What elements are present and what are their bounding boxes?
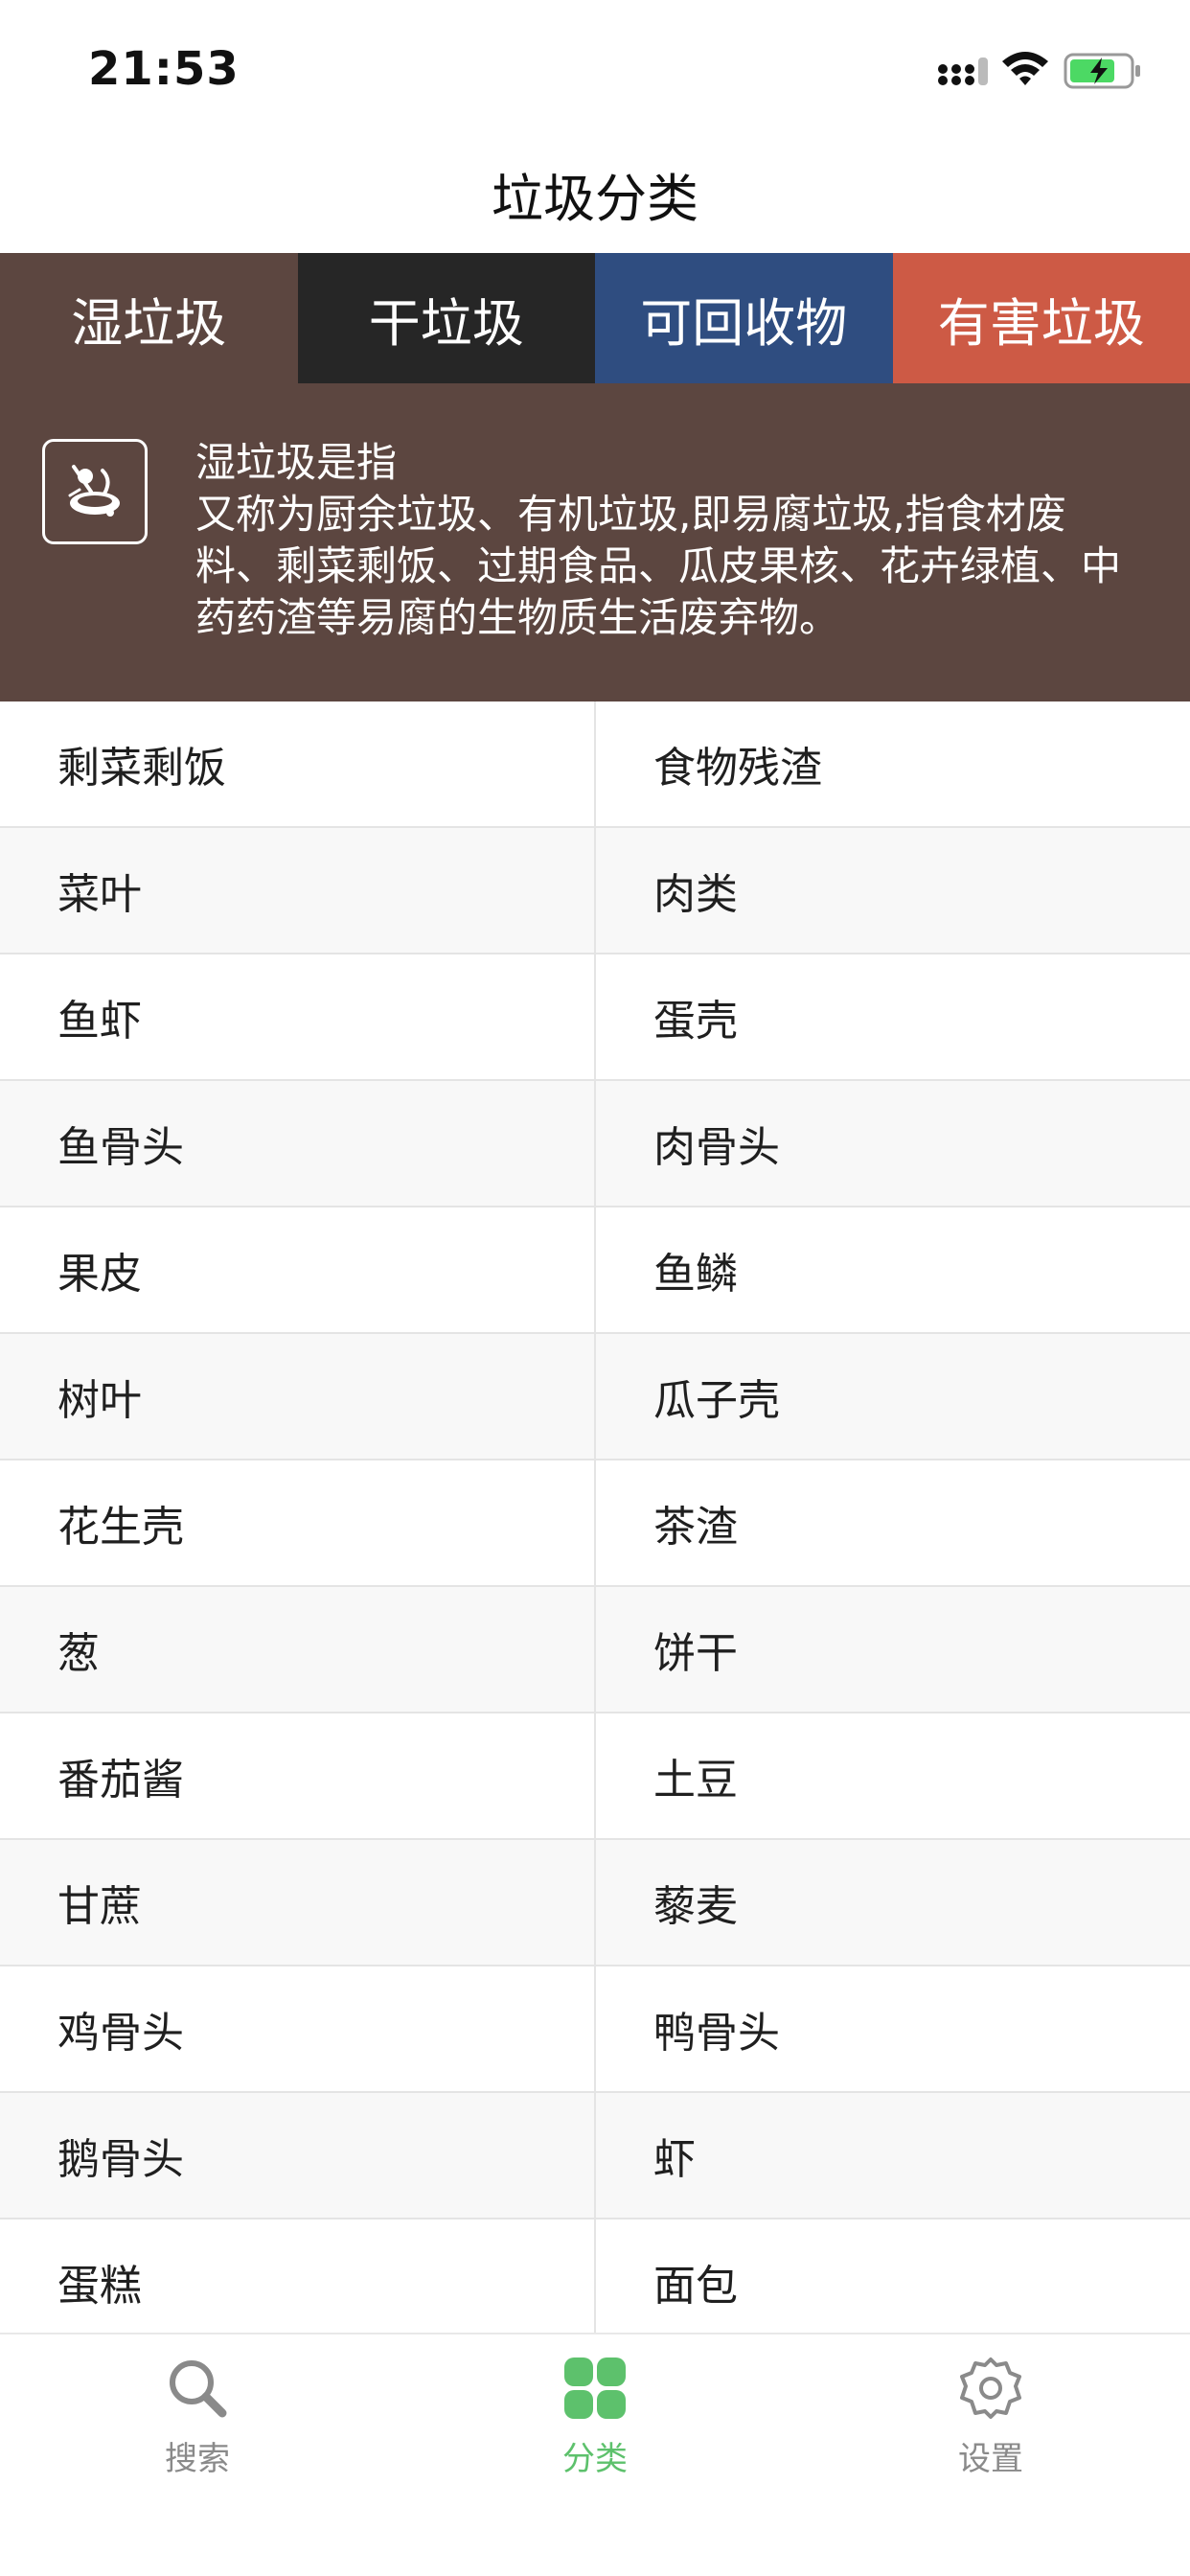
- list-item[interactable]: 番茄酱: [0, 1714, 596, 1838]
- tab-hazardous[interactable]: 有害垃圾: [892, 253, 1190, 383]
- description-panel: 湿垃圾是指 又称为厨余垃圾、有机垃圾,即易腐垃圾,指食材废料、剩菜剩饭、过期食品…: [0, 383, 1190, 702]
- item-row: 鱼虾 蛋壳: [0, 954, 1190, 1081]
- items-list: 剩菜剩饭 食物残渣 菜叶 肉类 鱼虾 蛋壳 鱼骨头 肉骨头 果皮 鱼鳞 树叶 瓜…: [0, 702, 1190, 2333]
- list-item[interactable]: 果皮: [0, 1208, 596, 1332]
- item-row: 树叶 瓜子壳: [0, 1334, 1190, 1460]
- nav-bar: 垃圾分类: [0, 134, 1190, 253]
- tab-dry-garbage[interactable]: 干垃圾: [297, 253, 595, 383]
- item-row: 菜叶 肉类: [0, 828, 1190, 954]
- category-grid-icon: [564, 2358, 626, 2419]
- wet-garbage-icon: [42, 439, 148, 544]
- description-text: 湿垃圾是指 又称为厨余垃圾、有机垃圾,即易腐垃圾,指食材废料、剩菜剩饭、过期食品…: [195, 437, 1134, 644]
- description-body: 又称为厨余垃圾、有机垃圾,即易腐垃圾,指食材废料、剩菜剩饭、过期食品、瓜皮果核、…: [195, 491, 1122, 641]
- item-row: 鱼骨头 肉骨头: [0, 1081, 1190, 1208]
- list-item[interactable]: 花生壳: [0, 1460, 596, 1585]
- list-item[interactable]: 鸡骨头: [0, 1966, 596, 2091]
- status-bar: 21:53: [0, 0, 1190, 134]
- bottom-tab-bar: 搜索 分类 设置: [0, 2333, 1190, 2576]
- item-row: 甘蔗 藜麦: [0, 1840, 1190, 1966]
- item-row: 葱 饼干: [0, 1587, 1190, 1714]
- signal-icon: [938, 58, 988, 85]
- list-item[interactable]: 瓜子壳: [596, 1334, 1190, 1459]
- list-item[interactable]: 蛋糕: [0, 2220, 596, 2333]
- item-row: 蛋糕 面包: [0, 2220, 1190, 2333]
- list-item[interactable]: 蛋壳: [596, 954, 1190, 1079]
- tabbar-search[interactable]: 搜索: [102, 2354, 293, 2507]
- list-item[interactable]: 食物残渣: [596, 702, 1190, 826]
- item-row: 鹅骨头 虾: [0, 2093, 1190, 2220]
- list-item[interactable]: 菜叶: [0, 828, 596, 953]
- list-item[interactable]: 肉类: [596, 828, 1190, 953]
- list-item[interactable]: 葱: [0, 1587, 596, 1712]
- tabbar-settings[interactable]: 设置: [895, 2354, 1087, 2507]
- page-title: 垃圾分类: [492, 168, 698, 229]
- list-item[interactable]: 剩菜剩饭: [0, 702, 596, 826]
- item-row: 花生壳 茶渣: [0, 1460, 1190, 1587]
- battery-icon: [1064, 53, 1140, 89]
- item-row: 剩菜剩饭 食物残渣: [0, 702, 1190, 828]
- list-item[interactable]: 藜麦: [596, 1840, 1190, 1965]
- list-item[interactable]: 甘蔗: [0, 1840, 596, 1965]
- list-item[interactable]: 鸭骨头: [596, 1966, 1190, 2091]
- list-item[interactable]: 鹅骨头: [0, 2093, 596, 2218]
- list-item[interactable]: 肉骨头: [596, 1081, 1190, 1206]
- list-item[interactable]: 树叶: [0, 1334, 596, 1459]
- item-row: 番茄酱 土豆: [0, 1714, 1190, 1840]
- list-item[interactable]: 虾: [596, 2093, 1190, 2218]
- list-item[interactable]: 饼干: [596, 1587, 1190, 1712]
- gear-icon: [960, 2358, 1021, 2419]
- list-item[interactable]: 鱼鳞: [596, 1208, 1190, 1332]
- tab-recyclable[interactable]: 可回收物: [595, 253, 893, 383]
- tabbar-category-label: 分类: [562, 2440, 628, 2478]
- tab-wet-garbage[interactable]: 湿垃圾: [0, 253, 298, 383]
- search-icon: [170, 2360, 227, 2418]
- list-item[interactable]: 茶渣: [596, 1460, 1190, 1585]
- wifi-icon: [1002, 52, 1048, 85]
- tabbar-search-label: 搜索: [165, 2440, 230, 2478]
- list-item[interactable]: 鱼虾: [0, 954, 596, 1079]
- item-row: 鸡骨头 鸭骨头: [0, 1966, 1190, 2093]
- list-item[interactable]: 面包: [596, 2220, 1190, 2333]
- status-time: 21:53: [88, 42, 240, 96]
- item-row: 果皮 鱼鳞: [0, 1208, 1190, 1334]
- tabbar-category[interactable]: 分类: [499, 2354, 691, 2507]
- tabbar-settings-label: 设置: [958, 2440, 1023, 2478]
- category-tabs: 湿垃圾 干垃圾 可回收物 有害垃圾: [0, 253, 1190, 383]
- list-item[interactable]: 鱼骨头: [0, 1081, 596, 1206]
- list-item[interactable]: 土豆: [596, 1714, 1190, 1838]
- description-title: 湿垃圾是指: [195, 439, 398, 486]
